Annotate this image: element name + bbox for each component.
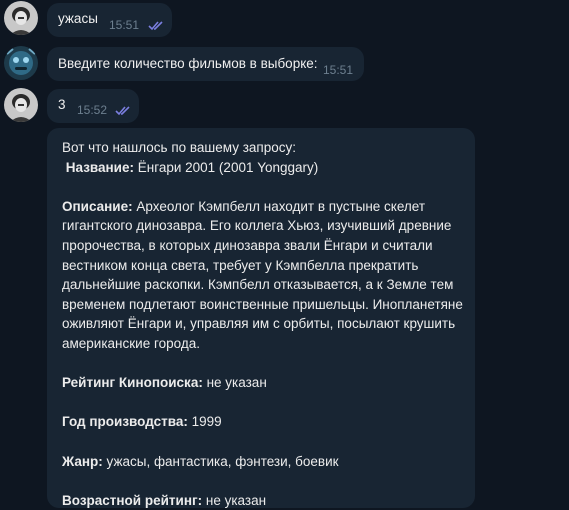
avatar-bot[interactable]	[4, 46, 38, 80]
read-checkmarks-icon	[148, 21, 163, 31]
description-line: пророчества, в которых динозавра звали Ё…	[62, 237, 433, 253]
result-message-text: Вот что нашлось по вашему запросу: Назва…	[62, 138, 464, 510]
result-message-bubble: Вот что нашлось по вашему запросу: Назва…	[47, 128, 475, 508]
message-time: 15:52	[77, 103, 108, 117]
message-time: 15:51	[323, 63, 354, 77]
message-time: 15:51	[109, 18, 140, 32]
year-value: 1999	[191, 414, 222, 430]
description-line: американские города.	[62, 335, 200, 351]
rating-value: не указан	[206, 375, 267, 391]
description-line: вестником конца света, требует у Кэмпбел…	[62, 257, 419, 273]
movie-title-row: Название: Ёнгари 2001 (2001 Yonggary)	[62, 158, 464, 178]
message-bubble: Введите количество фильмов в выборке: 15…	[47, 47, 364, 81]
genre-row: Жанр: ужасы, фантастика, фэнтези, боевик	[62, 452, 464, 472]
rating-label: Рейтинг Кинопоиска:	[62, 375, 203, 391]
movie-title-label: Название:	[65, 159, 134, 175]
result-intro: Вот что нашлось по вашему запросу:	[62, 140, 296, 155]
read-checkmarks-icon	[115, 106, 130, 116]
message-bubble: ужасы 15:51	[47, 3, 172, 37]
description-line: оживляют Ёнгари и, управляя им с орбиты,…	[62, 316, 456, 332]
year-label: Год производства:	[62, 414, 188, 430]
message-text: Введите количество фильмов в выборке:	[58, 56, 318, 71]
description-line: временем подлетают воинственные пришельц…	[62, 296, 463, 312]
age-rating-label: Возрастной рейтинг:	[62, 492, 203, 508]
description-line: дальнейшие раскопки. Кэмпбелл отказывает…	[62, 277, 454, 293]
age-rating-value: не указан	[205, 492, 267, 508]
description-row: Описание: Археолог Кэмпбелл находит в пу…	[62, 197, 464, 217]
message-text: 3	[58, 97, 66, 112]
genre-label: Жанр:	[62, 453, 103, 469]
movie-title-value: Ёнгари 2001 (2001 Yonggary)	[137, 159, 319, 175]
year-row: Год производства: 1999	[62, 412, 464, 432]
description-label: Описание:	[62, 198, 133, 214]
description-line: гигантского динозавра. Его коллега Хьюз,…	[62, 218, 452, 234]
avatar-user[interactable]	[4, 88, 38, 122]
rating-row: Рейтинг Кинопоиска: не указан	[62, 373, 464, 393]
genre-value: ужасы, фантастика, фэнтези, боевик	[106, 453, 339, 469]
message-text: ужасы	[58, 11, 98, 26]
message-bubble: 3 15:52	[47, 89, 139, 123]
description-line: Археолог Кэмпбелл находит в пустыне скел…	[136, 198, 426, 214]
avatar-user[interactable]	[4, 1, 38, 35]
